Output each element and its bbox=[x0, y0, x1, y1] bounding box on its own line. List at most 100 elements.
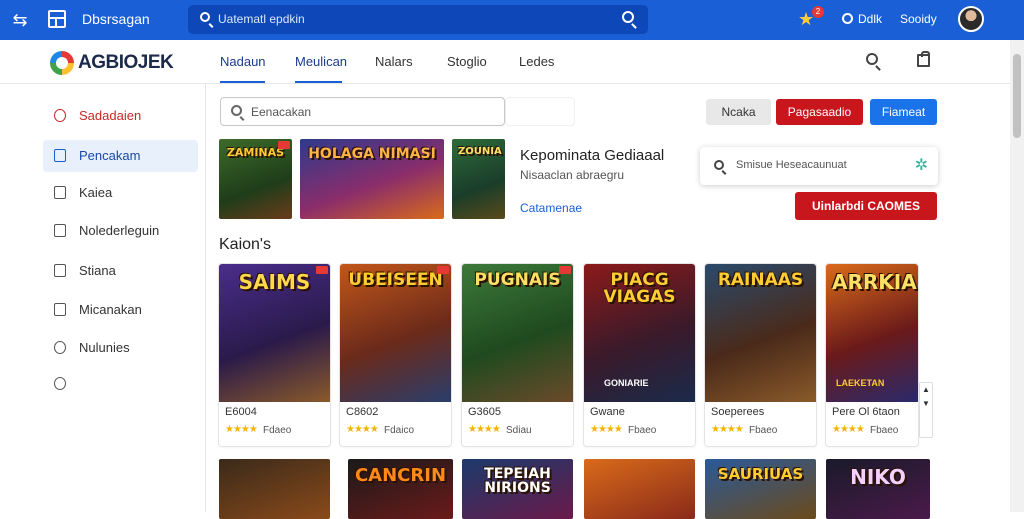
page-icon bbox=[54, 303, 66, 316]
featured-thumb[interactable]: ZAMINAS bbox=[219, 139, 292, 219]
top-bar-title: Dbsrsagan bbox=[82, 11, 150, 27]
logo-icon[interactable] bbox=[50, 51, 74, 75]
game-card[interactable]: SAIMS E6004 ★★★★ Fdaeo bbox=[219, 264, 330, 446]
app-grid-icon[interactable] bbox=[48, 10, 66, 28]
rating-stars-icon: ★★★★ bbox=[346, 424, 379, 435]
search-icon[interactable] bbox=[866, 53, 878, 65]
tab-nadaun[interactable]: Nadaun bbox=[220, 54, 266, 69]
featured-thumb[interactable]: HOLAGA NIMASI bbox=[300, 139, 444, 219]
game-card[interactable]: PUGNAIS G3605 ★★★★ Sdiau bbox=[462, 264, 573, 446]
chat-icon bbox=[54, 224, 66, 237]
sidebar-item-label: Stiana bbox=[79, 263, 116, 278]
game-name: G3605 bbox=[468, 406, 502, 418]
clock-icon bbox=[54, 377, 66, 390]
search-submit-icon[interactable] bbox=[622, 11, 634, 23]
section-title: Kaion's bbox=[219, 236, 271, 253]
top-bar-link-2[interactable]: Sooidy bbox=[900, 12, 937, 26]
global-search-input[interactable]: Uatematl epdkin bbox=[188, 5, 648, 34]
sidebar-item-label: Pencakam bbox=[79, 148, 141, 163]
game-thumb[interactable]: TEPEIAH NIRIONS bbox=[462, 459, 573, 519]
document-icon bbox=[54, 186, 66, 199]
sidebar-item-pencakam[interactable]: Pencakam bbox=[43, 140, 198, 172]
settings-gear-icon[interactable]: ✲ bbox=[915, 155, 928, 175]
primary-red-button[interactable]: Pagasaadio bbox=[776, 99, 863, 125]
featured-title: Kepominata Gediaaal bbox=[520, 147, 665, 164]
rating-stars-icon: ★★★★ bbox=[711, 424, 744, 435]
game-meta: Fdaico bbox=[384, 425, 415, 436]
game-thumb[interactable]: SAURIUAS bbox=[705, 459, 816, 519]
featured-thumb[interactable]: ZOUNIA bbox=[452, 139, 505, 219]
person-icon bbox=[54, 109, 66, 122]
active-tab-indicator bbox=[220, 81, 265, 83]
calendar-icon bbox=[54, 149, 66, 162]
game-name: Gwane bbox=[590, 406, 625, 418]
game-thumb[interactable]: CANCRIN bbox=[348, 459, 453, 519]
user-avatar[interactable] bbox=[958, 6, 984, 32]
game-meta: Fdaeo bbox=[263, 425, 292, 436]
sidebar: Sadadaien Pencakam Kaiea Nolederleguin S… bbox=[0, 84, 206, 512]
sidebar-item-stiana[interactable]: Stiana bbox=[43, 255, 198, 287]
logo-text[interactable]: AGBIOJEK bbox=[78, 52, 174, 74]
sidebar-item-micanakan[interactable]: Micanakan bbox=[43, 294, 198, 326]
rating-stars-icon: ★★★★ bbox=[468, 424, 501, 435]
rating-stars-icon: ★★★★ bbox=[590, 424, 623, 435]
active-tab-indicator bbox=[295, 81, 342, 83]
search-icon bbox=[231, 105, 242, 116]
top-bar: ⇆ Dbsrsagan Uatematl epdkin ★ 2 Ddlk Soo… bbox=[0, 0, 1024, 40]
tab-nalars[interactable]: Nalars bbox=[375, 54, 413, 69]
game-name: Soeperees bbox=[711, 406, 765, 418]
sidebar-item-kaiea[interactable]: Kaiea bbox=[43, 177, 198, 209]
secondary-button[interactable]: Ncaka bbox=[706, 99, 771, 125]
sidebar-item-sadadaien[interactable]: Sadadaien bbox=[43, 100, 198, 132]
shopping-bag-icon[interactable] bbox=[917, 51, 930, 67]
game-meta: Fbaeo bbox=[628, 425, 657, 436]
game-thumb[interactable]: NIKO bbox=[826, 459, 930, 519]
game-thumb: SAIMS bbox=[219, 264, 330, 402]
sidebar-item-label: Nolederleguin bbox=[79, 223, 160, 238]
game-thumb: ARRKIA LAEKETAN bbox=[826, 264, 918, 402]
sidebar-item-label: Micanakan bbox=[79, 302, 142, 317]
game-name: C8602 bbox=[346, 406, 379, 418]
top-bar-link-1[interactable]: Ddlk bbox=[858, 12, 882, 26]
app-header: AGBIOJEK Nadaun Meulican Nalars Stoglio … bbox=[0, 40, 1010, 84]
file-icon bbox=[54, 264, 66, 277]
game-thumb[interactable] bbox=[219, 459, 330, 519]
game-thumb: RAINAAS bbox=[705, 264, 816, 402]
tab-stoglio[interactable]: Stoglio bbox=[447, 54, 487, 69]
game-name: E6004 bbox=[225, 406, 257, 418]
search-suggestion-popup[interactable]: Smisue Heseacaunuat ✲ bbox=[700, 147, 938, 185]
cta-button[interactable]: Uinlarbdi CAOMES bbox=[795, 192, 937, 220]
sidebar-item-nulunies[interactable]: Nulunies bbox=[43, 332, 198, 364]
game-name: Pere Ol 6taon bbox=[832, 406, 900, 418]
sidebar-item-label: Kaiea bbox=[79, 185, 113, 200]
notification-badge: 2 bbox=[812, 6, 824, 18]
game-thumb: PIACG VIAGAS GONIARIE bbox=[584, 264, 695, 402]
sidebar-item-history[interactable] bbox=[43, 368, 198, 400]
game-card[interactable]: ARRKIA LAEKETAN Pere Ol 6taon ★★★★ Fbaeo bbox=[826, 264, 918, 446]
primary-blue-button[interactable]: Fiameat bbox=[870, 99, 937, 125]
corner-badge bbox=[316, 266, 328, 274]
help-icon[interactable] bbox=[842, 13, 853, 24]
game-thumb[interactable] bbox=[584, 459, 695, 519]
sidebar-item-nolederleguin[interactable]: Nolederleguin bbox=[43, 215, 198, 247]
featured-link[interactable]: Catamenae bbox=[520, 201, 582, 215]
game-card[interactable]: PIACG VIAGAS GONIARIE Gwane ★★★★ Fbaeo bbox=[584, 264, 695, 446]
list-scroll-control[interactable]: ▲ ▼ bbox=[919, 382, 933, 438]
popup-text: Smisue Heseacaunuat bbox=[736, 159, 847, 171]
sidebar-item-label: Sadadaien bbox=[79, 108, 142, 123]
game-meta: Fbaeo bbox=[870, 425, 899, 436]
back-arrow-icon[interactable]: ⇆ bbox=[10, 10, 30, 30]
game-thumb: PUGNAIS bbox=[462, 264, 573, 402]
search-icon bbox=[714, 160, 724, 170]
page-scrollbar-thumb[interactable] bbox=[1013, 54, 1021, 138]
tab-meulican[interactable]: Meulican bbox=[295, 54, 347, 69]
global-search-placeholder: Uatematl epdkin bbox=[218, 12, 305, 26]
game-badge: GONIARIE bbox=[604, 378, 649, 388]
tab-ledes[interactable]: Ledes bbox=[519, 54, 554, 69]
filter-placeholder: Eenacakan bbox=[251, 105, 312, 119]
game-card[interactable]: RAINAAS Soeperees ★★★★ Fbaeo bbox=[705, 264, 816, 446]
game-card[interactable]: UBEISEEN C8602 ★★★★ Fdaico bbox=[340, 264, 451, 446]
corner-badge bbox=[278, 141, 290, 149]
filter-extra-field[interactable] bbox=[505, 97, 575, 126]
filter-input[interactable]: Eenacakan bbox=[220, 97, 505, 126]
